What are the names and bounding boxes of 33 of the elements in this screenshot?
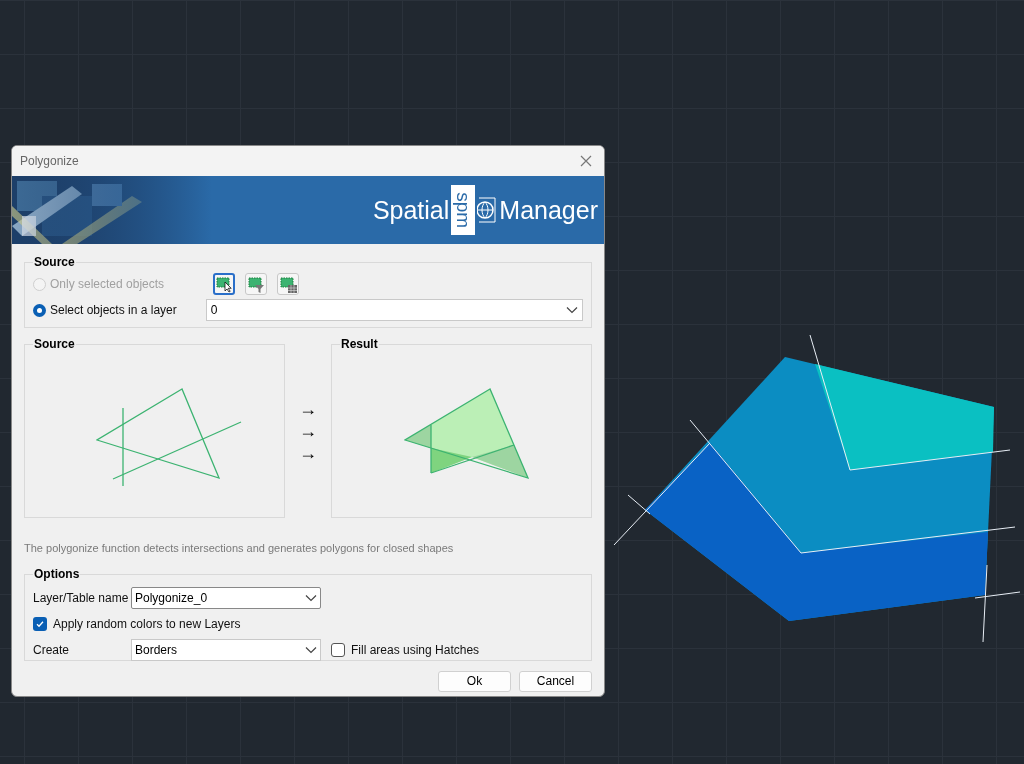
arrow: → (299, 400, 317, 418)
table-tool-icon (279, 275, 297, 293)
selection-tool-button[interactable] (277, 273, 299, 295)
logo-text: Spatial (372, 197, 450, 223)
radio-button[interactable] (33, 303, 46, 317)
globe-icon (477, 195, 498, 225)
description-text: The polygonize function detects intersections and generates polygons for closed shapes (24, 541, 455, 556)
chevron-down-icon (566, 306, 578, 314)
pick-tool-icon (215, 275, 233, 293)
create-dropdown[interactable]: Borders (131, 638, 321, 661)
radio-label: Select objects in a layer (50, 302, 177, 319)
chevron-down-icon (305, 645, 317, 654)
layer-dropdown[interactable]: 0 (205, 299, 583, 321)
checkbox-label: Fill areas using Hatches (351, 641, 480, 659)
arrow: → (299, 444, 317, 462)
layer-name-combobox[interactable]: Polygonize_0 (131, 586, 321, 609)
arrow: → (299, 422, 317, 440)
field-label: Create (33, 641, 71, 659)
check-icon (35, 618, 45, 629)
selection-tool-button[interactable] (213, 273, 235, 295)
window-title: Polygonize (20, 153, 79, 170)
checkbox-label: Apply random colors to new Layers (53, 615, 241, 633)
chevron-down-icon (305, 593, 317, 602)
filter-tool-icon (247, 275, 265, 293)
dialog-button[interactable]: Cancel (519, 670, 592, 692)
logo-text: Manager (499, 197, 598, 223)
logo-mark: spm (451, 185, 476, 235)
checkbox[interactable] (33, 616, 47, 631)
checkbox[interactable] (331, 642, 345, 657)
radio-label: Only selected objects (50, 276, 165, 293)
field-label: Layer/Table name (33, 589, 130, 607)
selection-tool-button[interactable] (245, 273, 267, 295)
dialog-button[interactable]: Ok (438, 670, 511, 692)
